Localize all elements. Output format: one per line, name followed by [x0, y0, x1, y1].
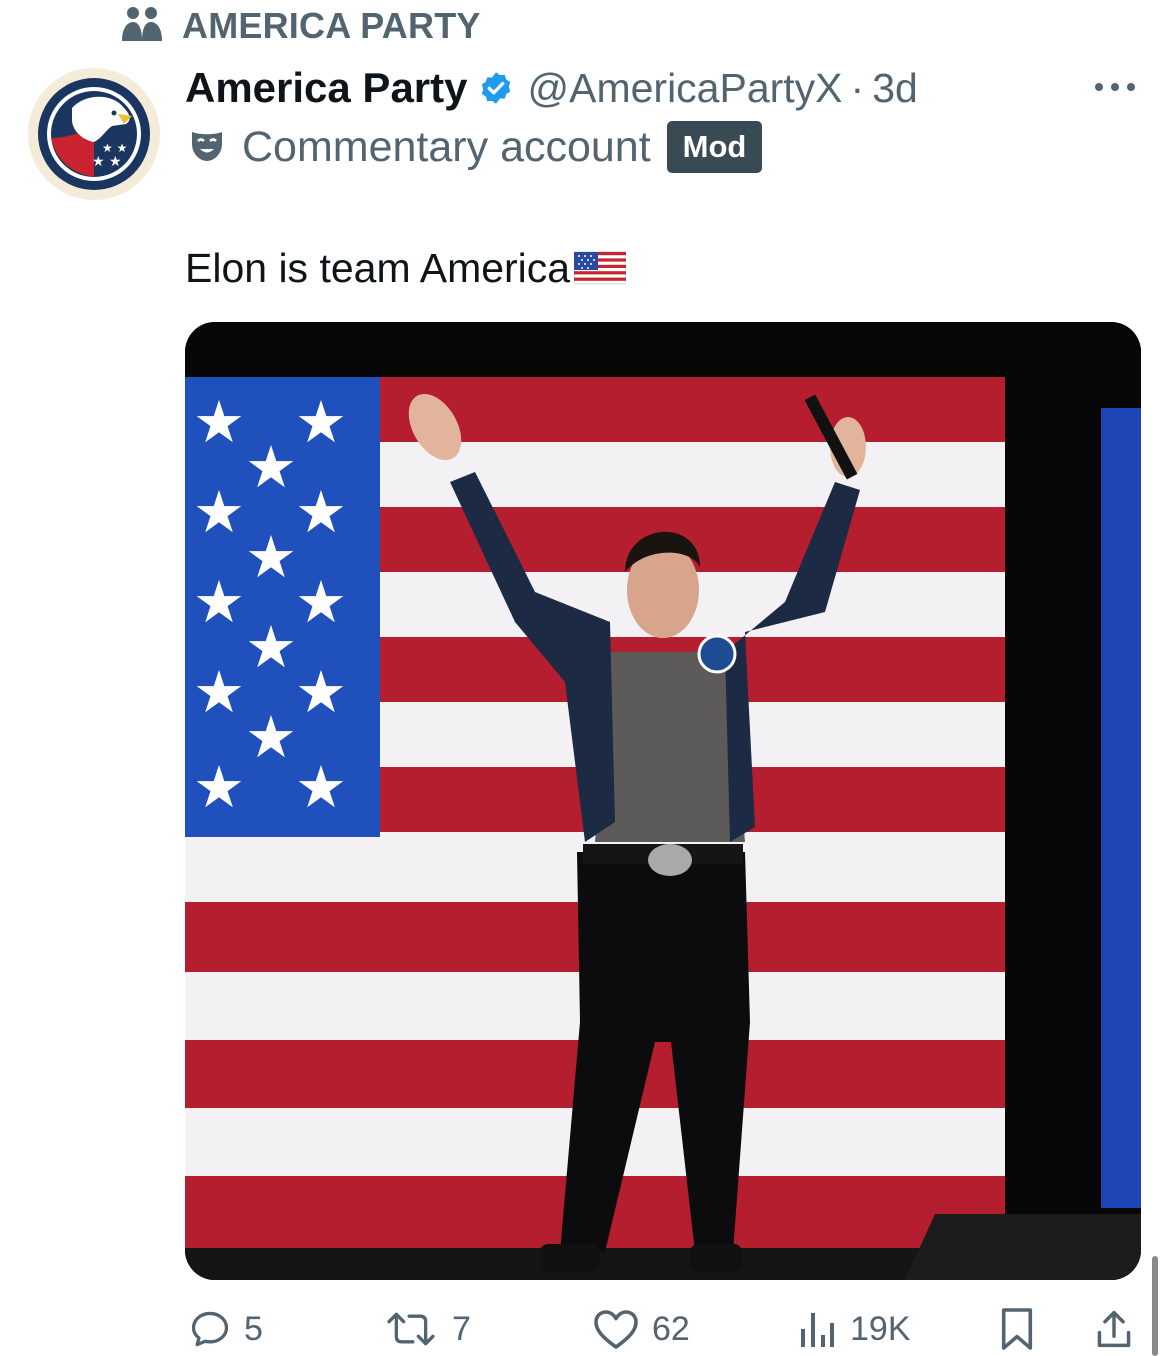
stage-photo: ★ ★ ★ ★ ★ ★ ★ ★ ★ ★ ★ ★ ★ ★: [185, 322, 1141, 1280]
post-text: Elon is team America: [185, 238, 627, 298]
svg-text:★: ★: [193, 753, 245, 821]
svg-text:★: ★: [245, 433, 297, 501]
share-button[interactable]: [1094, 1306, 1134, 1352]
svg-text:★: ★: [193, 658, 245, 726]
more-icon: [1095, 83, 1135, 91]
display-name[interactable]: America Party: [185, 64, 468, 112]
verified-badge-icon[interactable]: [478, 70, 514, 106]
svg-text:★: ★: [295, 658, 347, 726]
post-text-content: Elon is team America: [185, 244, 571, 291]
account-label-row: Commentary account Mod: [188, 118, 763, 176]
action-bar: 5 7 62 19K: [0, 1300, 1169, 1356]
timestamp[interactable]: 3d: [872, 65, 918, 112]
like-button[interactable]: 62: [592, 1306, 690, 1352]
views-count: 19K: [850, 1309, 911, 1348]
svg-text:★: ★: [193, 388, 245, 456]
more-options-button[interactable]: [1090, 72, 1140, 102]
mod-badge: Mod: [666, 121, 763, 173]
svg-text:★: ★: [245, 523, 297, 591]
separator: ·: [850, 64, 865, 111]
reply-icon: [191, 1311, 229, 1347]
community-icon: [120, 5, 164, 48]
svg-text:★: ★: [245, 703, 297, 771]
bookmark-icon: [1001, 1308, 1033, 1350]
bookmark-button[interactable]: [998, 1306, 1036, 1352]
svg-text:★: ★: [295, 388, 347, 456]
svg-text:★: ★: [295, 753, 347, 821]
svg-text:★: ★: [295, 568, 347, 636]
like-count: 62: [652, 1309, 690, 1348]
heart-icon: [594, 1310, 638, 1349]
svg-text:★: ★: [193, 478, 245, 546]
share-icon: [1097, 1310, 1131, 1348]
scrollbar[interactable]: [1152, 1256, 1158, 1356]
us-flag-emoji: [574, 249, 627, 287]
handle[interactable]: @AmericaPartyX: [528, 65, 843, 112]
repost-count: 7: [452, 1309, 471, 1348]
repost-icon: [387, 1312, 435, 1346]
svg-text:★: ★: [245, 613, 297, 681]
views-button[interactable]: 19K: [796, 1306, 911, 1352]
reply-button[interactable]: 5: [188, 1306, 263, 1352]
svg-text:★ ★: ★ ★: [102, 141, 127, 155]
svg-text:★ ★: ★ ★: [92, 154, 122, 170]
avatar[interactable]: ★ ★ ★ ★: [28, 68, 160, 200]
reply-count: 5: [244, 1309, 263, 1348]
account-label: Commentary account: [242, 122, 651, 171]
theater-mask-icon: [188, 126, 226, 169]
svg-text:★: ★: [295, 478, 347, 546]
community-name: AMERICA PARTY: [182, 5, 481, 46]
post-header: America Party @AmericaPartyX · 3d: [185, 60, 918, 116]
svg-text:★: ★: [193, 568, 245, 636]
community-header[interactable]: AMERICA PARTY: [120, 4, 481, 48]
post-image[interactable]: ★ ★ ★ ★ ★ ★ ★ ★ ★ ★ ★ ★ ★ ★: [185, 322, 1141, 1280]
views-icon: [801, 1313, 834, 1347]
america-party-eagle-logo: ★ ★ ★ ★: [38, 78, 150, 190]
repost-button[interactable]: 7: [382, 1306, 471, 1352]
